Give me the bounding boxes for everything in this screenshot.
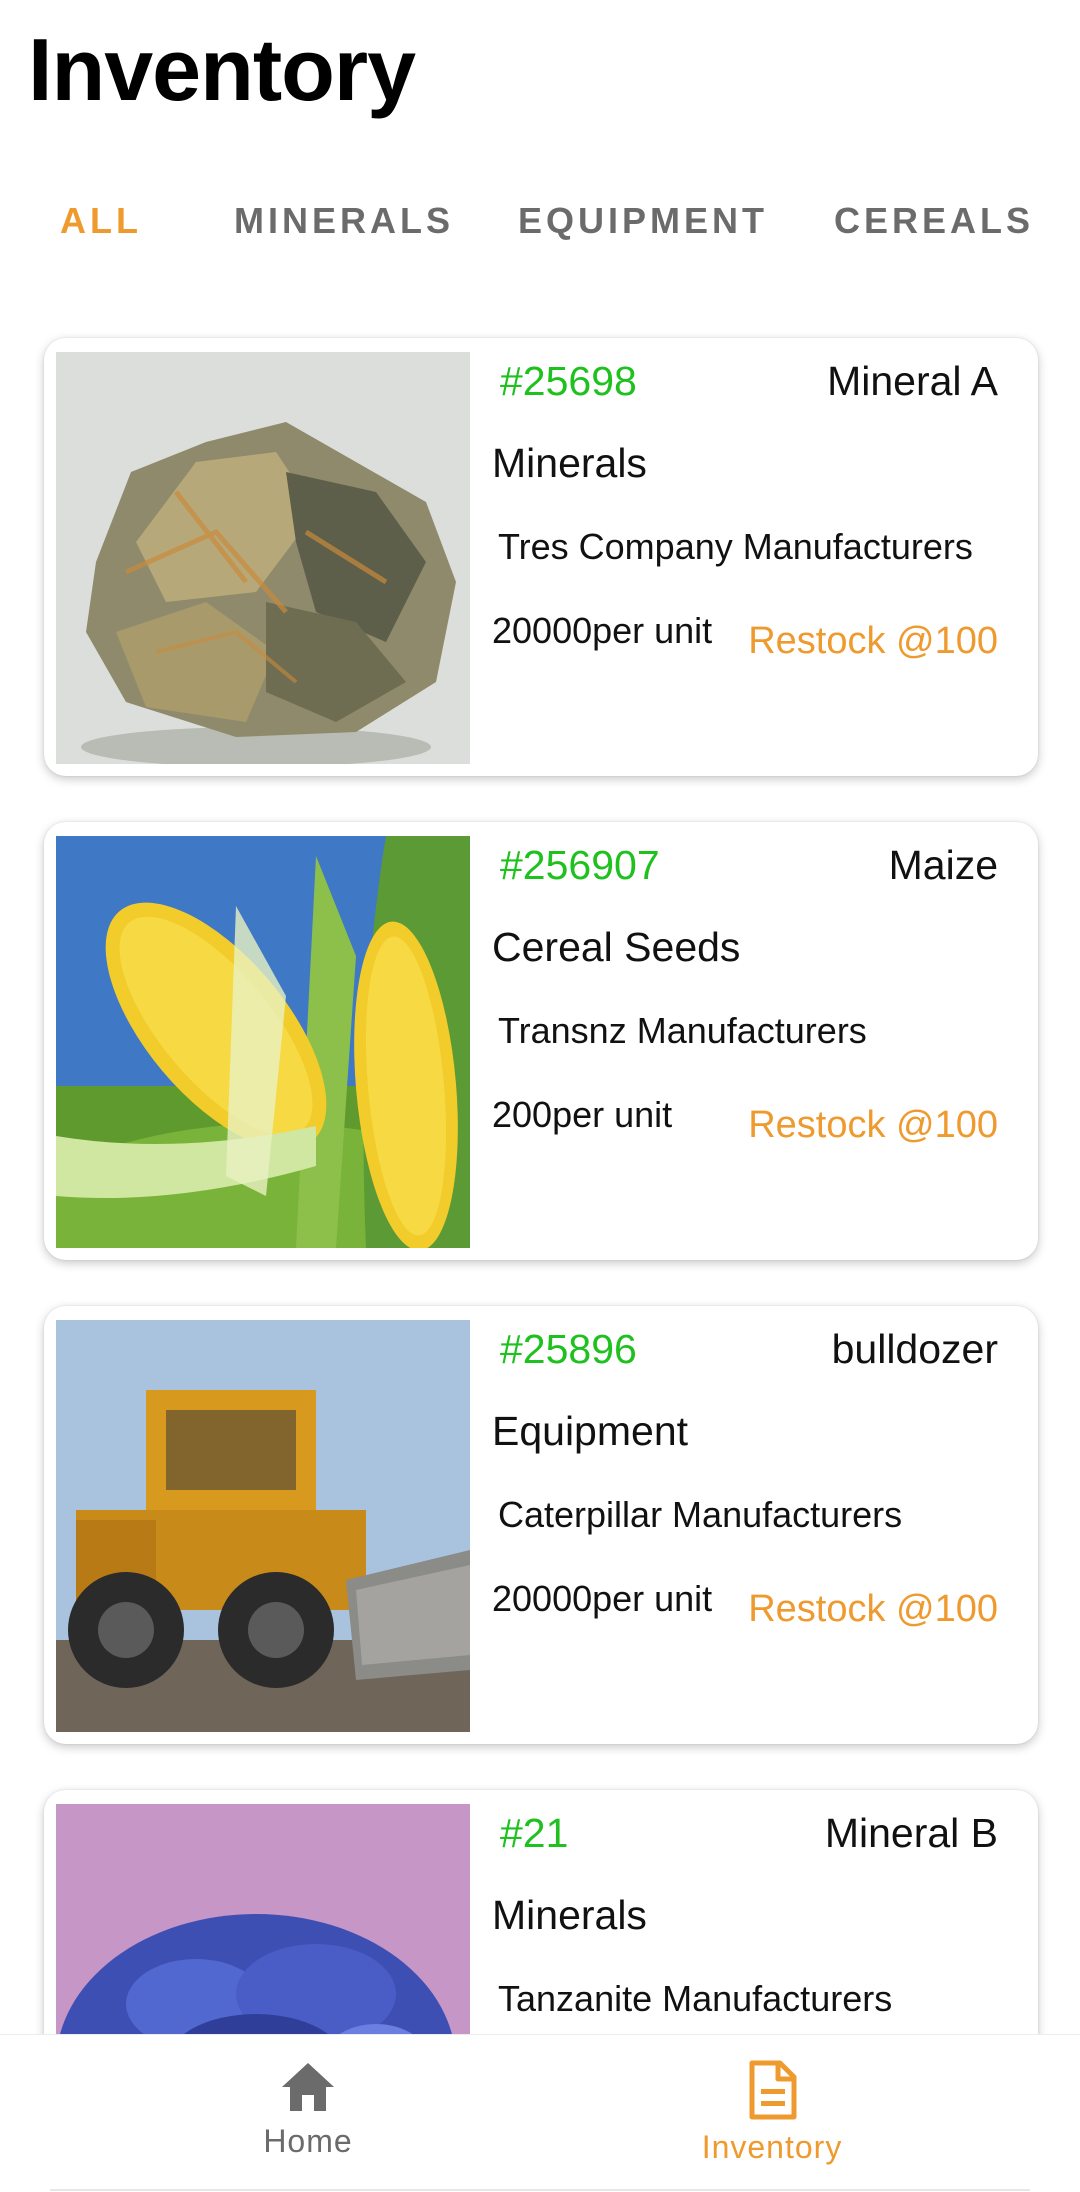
item-code: #25896 [500, 1326, 637, 1372]
item-manufacturer: Tres Company Manufacturers [498, 526, 973, 567]
mineral-rock-image [56, 352, 470, 764]
home-icon [282, 2063, 334, 2111]
item-code: #21 [500, 1810, 569, 1856]
nav-inventory[interactable]: Inventory [652, 2059, 892, 2166]
inventory-card[interactable]: #25698 Mineral A Minerals Tres Company M… [44, 338, 1038, 776]
item-manufacturer: Caterpillar Manufacturers [498, 1494, 903, 1535]
item-name: bulldozer [831, 1326, 998, 1372]
category-tabs: ALL MINERALS EQUIPMENT CEREALS [0, 190, 1080, 260]
item-price: 200per unit [492, 1094, 673, 1135]
item-category: Cereal Seeds [492, 924, 741, 970]
bulldozer-image [56, 1320, 470, 1732]
item-category: Minerals [492, 440, 647, 486]
tab-cereals[interactable]: CEREALS [834, 200, 1034, 242]
document-icon [749, 2060, 797, 2120]
item-name: Maize [888, 842, 998, 888]
restock-label: Restock @100 [748, 1104, 998, 1146]
inventory-card[interactable]: #21 Mineral B Minerals Tanzanite Manufac… [44, 1790, 1038, 2034]
item-name: Mineral A [827, 358, 998, 404]
nav-inventory-label: Inventory [701, 2129, 843, 2165]
inventory-list[interactable]: Inventory ALL MINERALS EQUIPMENT CEREALS… [0, 0, 1080, 2034]
item-code: #256907 [500, 842, 660, 888]
item-manufacturer: Transnz Manufacturers [498, 1010, 867, 1051]
restock-label: Restock @100 [748, 1588, 998, 1630]
maize-cobs-image [56, 836, 470, 1248]
bottom-navigation: Home Inventory [0, 2034, 1080, 2192]
restock-label: Restock @100 [748, 620, 998, 662]
item-price: 20000per unit [492, 610, 713, 651]
inventory-card[interactable]: #25896 bulldozer Equipment Caterpillar M… [44, 1306, 1038, 1744]
tab-all[interactable]: ALL [60, 200, 142, 242]
page-title: Inventory [28, 20, 416, 119]
item-price: 20000per unit [492, 1578, 713, 1619]
tab-minerals[interactable]: MINERALS [234, 200, 454, 242]
nav-home[interactable]: Home [188, 2059, 428, 2160]
item-name: Mineral B [824, 1810, 998, 1856]
item-code: #25698 [500, 358, 637, 404]
inventory-card[interactable]: #256907 Maize Cereal Seeds Transnz Manuf… [44, 822, 1038, 1260]
item-category: Minerals [492, 1892, 647, 1938]
item-category: Equipment [492, 1408, 689, 1454]
blue-crystal-image [56, 1804, 470, 2034]
tab-equipment[interactable]: EQUIPMENT [518, 200, 768, 242]
item-manufacturer: Tanzanite Manufacturers [498, 1978, 893, 2019]
nav-home-label: Home [263, 2123, 353, 2159]
